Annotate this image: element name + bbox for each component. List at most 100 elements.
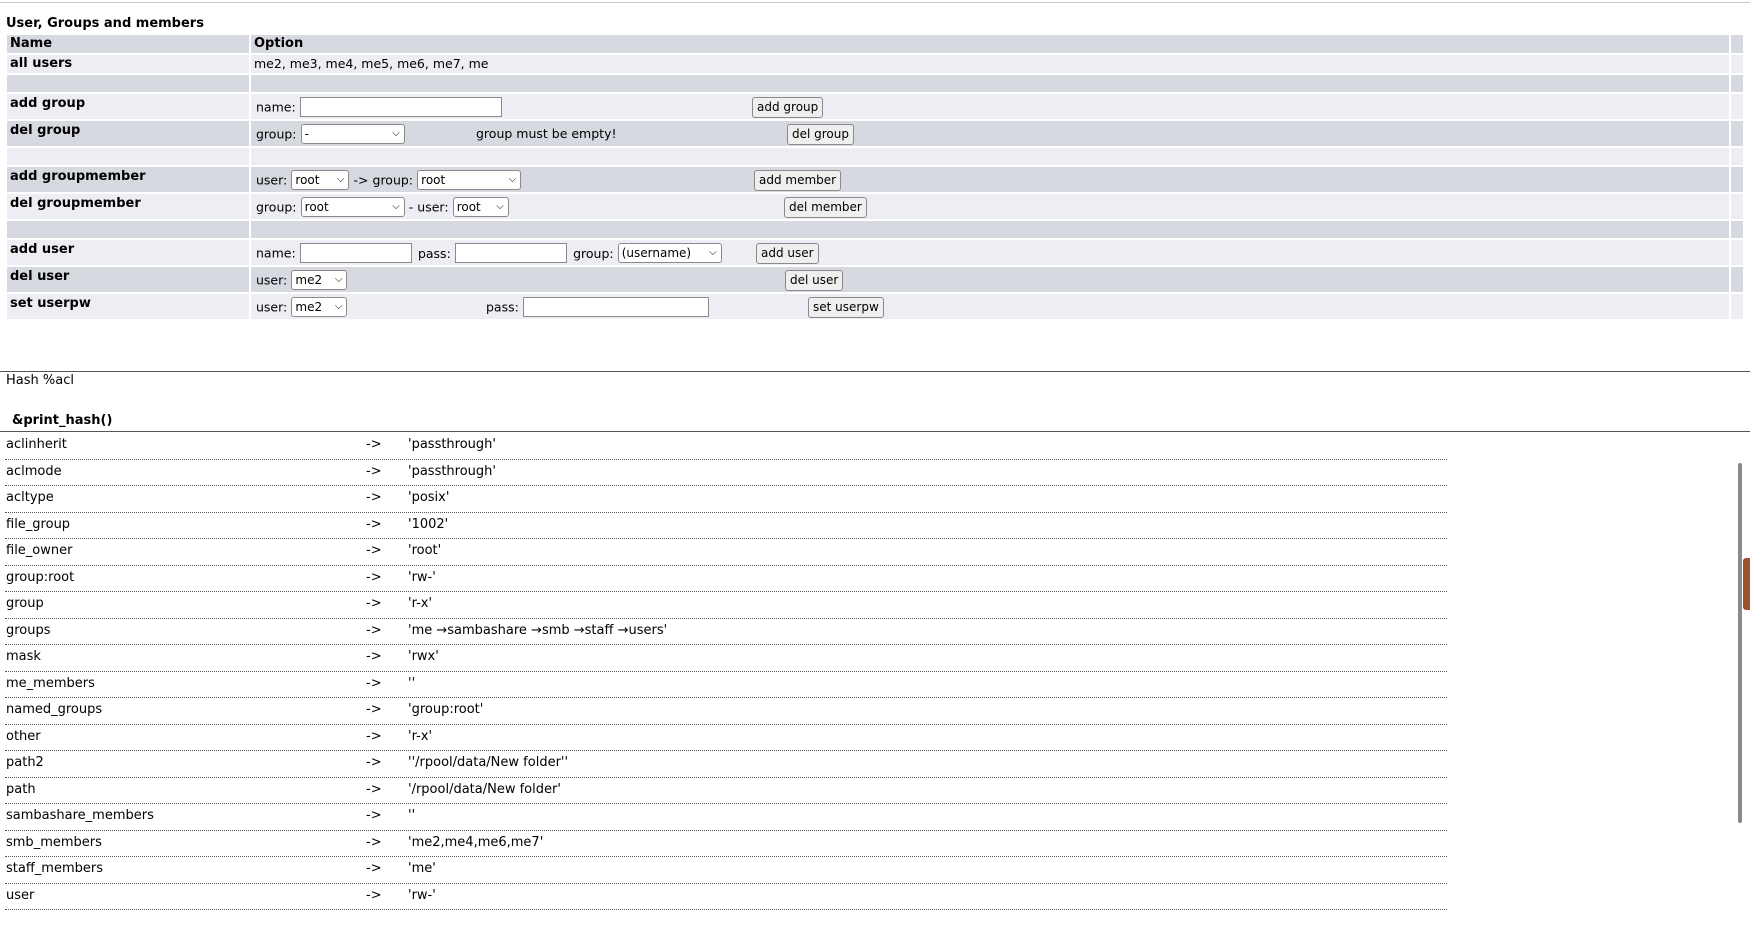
hash-row: groups -> 'me →sambashare →smb →staff →use…	[5, 619, 1447, 645]
del-user-label: del user	[7, 267, 249, 292]
spacer-row	[7, 221, 1743, 238]
hash-arrow: ->	[366, 781, 382, 797]
hash-key: file_owner	[6, 543, 73, 558]
del-group-select[interactable]: - ⌵	[300, 124, 405, 144]
set-userpw-user-select[interactable]: me2 ⌵	[291, 297, 348, 317]
hash-value: 'rwx'	[408, 649, 439, 664]
add-member-button[interactable]: add member	[754, 170, 842, 191]
chevron-down-icon: ⌵	[709, 247, 717, 258]
hash-arrow: ->	[366, 569, 382, 585]
hash-arrow: ->	[366, 887, 382, 903]
hash-key: path2	[6, 755, 44, 770]
hash-value: 'me'	[408, 861, 436, 876]
hash-value: 'root'	[408, 543, 442, 558]
all-users-row: all users me2, me3, me4, me5, me6, me7, …	[7, 55, 1743, 73]
del-user-user-label: user:	[256, 272, 288, 288]
del-groupmember-user-select[interactable]: root ⌵	[452, 197, 509, 217]
hash-row: aclmode -> 'passthrough'	[5, 460, 1447, 486]
spacer-row	[7, 148, 1743, 165]
add-user-group-select[interactable]: (username) ⌵	[617, 243, 722, 263]
top-divider	[0, 2, 1750, 3]
del-groupmember-label: del groupmember	[7, 194, 249, 219]
add-groupmember-user-select[interactable]: root ⌵	[291, 170, 350, 190]
chevron-down-icon: ⌵	[392, 128, 400, 139]
add-user-row: add user name: pass: group: (username) ⌵ …	[7, 240, 1743, 265]
hash-key: acltype	[6, 490, 54, 505]
hash-arrow: ->	[366, 702, 382, 717]
add-user-button[interactable]: add user	[756, 243, 819, 264]
hash-row: smb_members -> 'me2,me4,me6,me7'	[5, 831, 1447, 857]
chevron-down-icon: ⌵	[392, 201, 400, 212]
hash-key: other	[6, 728, 41, 744]
hash-arrow: ->	[366, 437, 382, 452]
hash-arrow: ->	[366, 728, 382, 744]
hash-key: me_members	[6, 675, 95, 691]
hash-value: 'me →sambashare →smb →staff →users'	[408, 622, 668, 638]
add-user-pass-input[interactable]	[454, 243, 567, 263]
del-group-note: group must be empty!	[476, 126, 617, 141]
col-name-header: Name	[7, 35, 249, 53]
set-userpw-row: set userpw user: me2 ⌵ pass: set userpw	[7, 294, 1743, 319]
chevron-down-icon: ⌵	[334, 301, 343, 312]
side-panel-tab[interactable]	[1743, 558, 1750, 610]
set-userpw-button[interactable]: set userpw	[808, 297, 884, 318]
chevron-down-icon: ⌵	[496, 201, 504, 212]
hash-arrow: ->	[366, 490, 382, 505]
section-divider	[0, 371, 1750, 372]
del-user-row: del user user: me2 ⌵ del user	[7, 267, 1743, 292]
hash-list: aclinherit -> 'passthrough' aclmode -> 'passt…	[5, 433, 1447, 910]
hash-key: file_group	[6, 516, 71, 532]
hash-row: sambashare_members -> ''	[5, 804, 1447, 831]
set-userpw-pass-input[interactable]	[522, 297, 709, 317]
all-users-value: me2, me3, me4, me5, me6, me7, me	[251, 55, 1729, 73]
set-userpw-pass-label: pass:	[486, 299, 519, 315]
del-group-button[interactable]: del group	[787, 124, 854, 145]
hash-row: aclinherit -> 'passthrough'	[5, 433, 1447, 460]
hash-value: 'passthrough'	[408, 437, 496, 452]
add-group-button[interactable]: add group	[752, 97, 824, 118]
hash-row: staff_members -> 'me'	[5, 857, 1447, 884]
add-user-pass-label: pass:	[417, 245, 451, 261]
print-hash-divider	[0, 431, 1750, 432]
add-user-group-label: group:	[573, 245, 614, 261]
hash-row: named_groups -> 'group:root'	[5, 698, 1447, 725]
set-userpw-user-label: user:	[256, 299, 288, 315]
add-user-name-input[interactable]	[299, 243, 412, 263]
del-groupmember-group-label: group:	[256, 199, 297, 215]
hash-value: 'group:root'	[408, 702, 484, 717]
add-group-name-input[interactable]	[299, 97, 502, 117]
spacer-row	[7, 75, 1743, 92]
hash-arrow: ->	[366, 861, 382, 876]
del-groupmember-sep-label: - user:	[408, 199, 449, 215]
del-user-button[interactable]: del user	[785, 270, 844, 291]
table-header-row: Name Option	[7, 35, 1743, 53]
hash-key: sambashare_members	[6, 808, 154, 823]
add-groupmember-group-select[interactable]: root ⌵	[417, 170, 522, 190]
del-group-group-label: group:	[256, 126, 297, 142]
del-member-button[interactable]: del member	[784, 197, 867, 218]
hash-key: aclinherit	[6, 437, 67, 452]
hash-key: groups	[6, 622, 51, 638]
hash-key: smb_members	[6, 834, 102, 850]
hash-value: ''/rpool/data/New folder''	[408, 755, 569, 770]
scrollbar-thumb[interactable]	[1738, 463, 1742, 823]
hash-key: group:root	[6, 569, 75, 585]
del-group-label: del group	[7, 121, 249, 146]
hash-title: Hash %acl	[6, 373, 74, 388]
hash-row: path2 -> ''/rpool/data/New folder''	[5, 751, 1447, 778]
hash-row: file_owner -> 'root'	[5, 539, 1447, 566]
set-userpw-label: set userpw	[7, 294, 249, 319]
hash-value: ''	[408, 808, 416, 823]
hash-value: 'rw-'	[408, 569, 436, 585]
hash-value: ''	[408, 675, 416, 691]
user-groups-table: Name Option all users me2, me3, me4, me5…	[5, 35, 1745, 319]
del-group-row: del group group: - ⌵ group must be empty!…	[7, 121, 1743, 146]
add-group-name-label: name:	[256, 99, 296, 115]
hash-arrow: ->	[366, 596, 382, 611]
hash-row: file_group -> '1002'	[5, 513, 1447, 539]
add-groupmember-label: add groupmember	[7, 167, 249, 192]
add-groupmember-arrow-label: -> group:	[353, 172, 414, 188]
hash-row: me_members -> ''	[5, 672, 1447, 698]
del-groupmember-group-select[interactable]: root ⌵	[300, 197, 405, 217]
del-user-select[interactable]: me2 ⌵	[291, 270, 348, 290]
